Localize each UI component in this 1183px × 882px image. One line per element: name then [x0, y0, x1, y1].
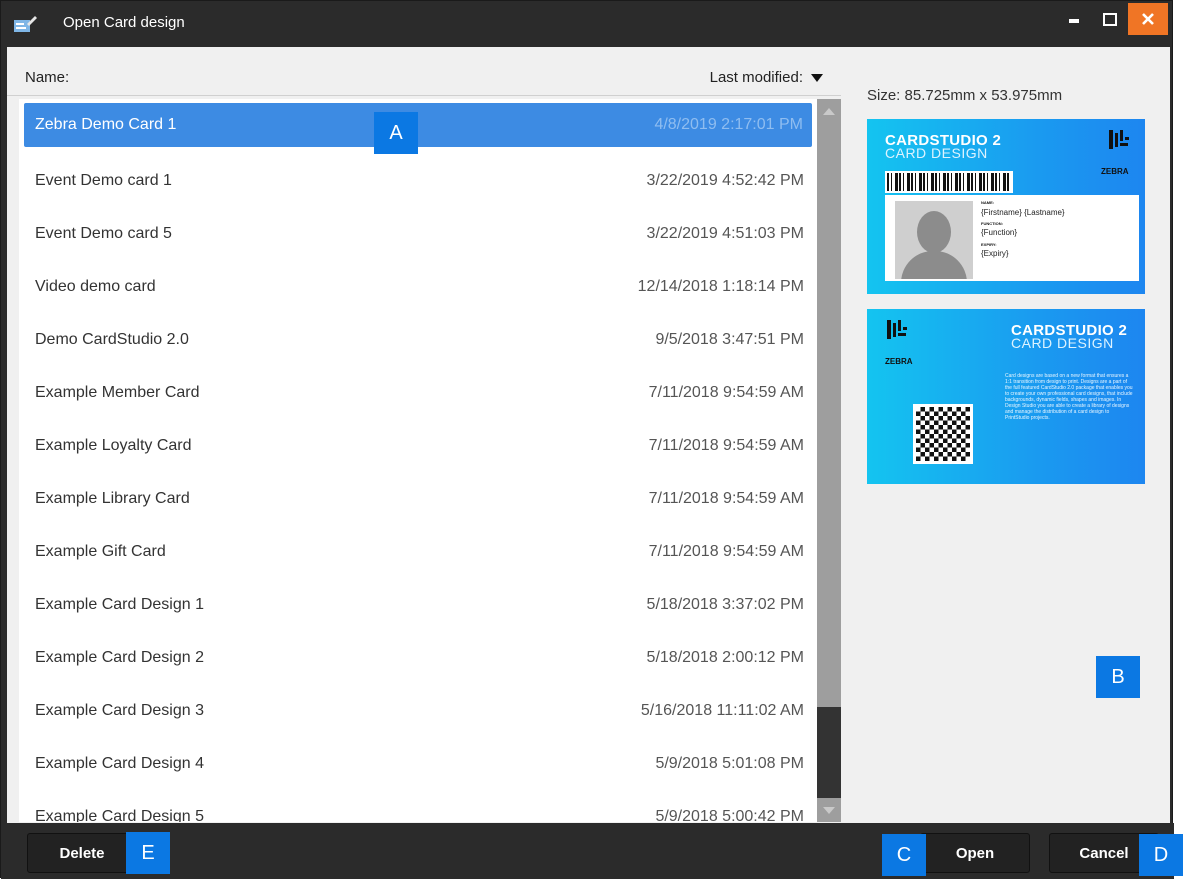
- file-list-row[interactable]: Zebra Demo Card 1 4/8/2019 2:17:01 PM: [24, 103, 812, 147]
- file-modified-date: 3/22/2019 4:52:42 PM: [646, 171, 804, 189]
- file-modified-date: 5/16/2018 11:11:02 AM: [640, 701, 804, 719]
- callout-d: D: [1139, 834, 1183, 876]
- card-back-brand: ZEBRA: [885, 357, 913, 366]
- scroll-up-button[interactable]: [817, 99, 841, 123]
- zebra-logo-back-icon: [887, 320, 907, 339]
- expiry-field-value: {Expiry}: [981, 249, 1009, 258]
- file-list-row[interactable]: Video demo card 12/14/2018 1:18:14 PM: [19, 260, 817, 313]
- file-name: Example Loyalty Card: [35, 436, 192, 454]
- file-list-row[interactable]: Example Member Card 7/11/2018 9:54:59 AM: [19, 366, 817, 419]
- name-column-header[interactable]: Name:: [25, 69, 69, 86]
- file-name: Example Card Design 3: [35, 701, 204, 719]
- file-modified-date: 5/18/2018 2:00:12 PM: [646, 648, 804, 666]
- dialog-body: Name: Last modified: Zebra Demo Card 1 4/…: [7, 47, 1170, 823]
- file-modified-date: 4/8/2019 2:17:01 PM: [654, 116, 803, 133]
- close-icon: [1142, 13, 1154, 25]
- maximize-button[interactable]: [1092, 3, 1128, 35]
- scroll-thumb[interactable]: [817, 707, 841, 798]
- file-list-row[interactable]: Event Demo card 5 3/22/2019 4:51:03 PM: [19, 207, 817, 260]
- file-modified-date: 7/11/2018 9:54:59 AM: [648, 489, 804, 507]
- file-list-row[interactable]: Event Demo card 1 3/22/2019 4:52:42 PM: [19, 154, 817, 207]
- list-header: Name: Last modified:: [7, 47, 841, 96]
- file-name: Video demo card: [35, 277, 156, 295]
- function-field-value: {Function}: [981, 228, 1018, 237]
- file-list-row[interactable]: Example Card Design 1 5/18/2018 3:37:02 P…: [19, 578, 817, 631]
- minimize-icon: [1069, 19, 1079, 23]
- last-modified-column-header[interactable]: Last modified:: [710, 69, 823, 86]
- photo-placeholder-icon: [895, 201, 973, 279]
- close-button[interactable]: [1128, 3, 1168, 35]
- open-button[interactable]: Open: [920, 833, 1030, 873]
- file-list-row[interactable]: Example Gift Card 7/11/2018 9:54:59 AM: [19, 525, 817, 578]
- dialog-footer: Delete Open Cancel: [1, 823, 1174, 879]
- card-front-subtitle: CARD DESIGN: [885, 145, 988, 161]
- file-list-row[interactable]: Example Card Design 3 5/16/2018 11:11:02 …: [19, 684, 817, 737]
- file-name: Example Gift Card: [35, 542, 166, 560]
- file-list-row[interactable]: Example Library Card 7/11/2018 9:54:59 AM: [19, 472, 817, 525]
- file-name: Example Card Design 5: [35, 807, 204, 823]
- file-modified-date: 5/9/2018 5:00:42 PM: [655, 807, 804, 823]
- arrow-up-icon: [823, 107, 835, 115]
- file-list-row[interactable]: Example Card Design 4 5/9/2018 5:01:08 PM: [19, 737, 817, 790]
- file-name: Event Demo card 5: [35, 224, 172, 242]
- barcode-image: [885, 171, 1013, 193]
- sort-descending-icon: [811, 73, 823, 82]
- title-bar[interactable]: Open Card design: [1, 1, 1172, 45]
- card-back-subtitle: CARD DESIGN: [1011, 335, 1114, 351]
- card-design-icon: [14, 16, 37, 32]
- file-name: Event Demo card 1: [35, 171, 172, 189]
- file-name: Example Member Card: [35, 383, 200, 401]
- file-modified-date: 7/11/2018 9:54:59 AM: [648, 436, 804, 454]
- name-field-value: {Firstname} {Lastname}: [981, 208, 1065, 217]
- file-name: Example Library Card: [35, 489, 190, 507]
- arrow-down-icon: [823, 806, 835, 814]
- zebra-logo-icon: [1109, 130, 1129, 149]
- file-list-row[interactable]: Demo CardStudio 2.0 9/5/2018 3:47:51 PM: [19, 313, 817, 366]
- file-name: Example Card Design 2: [35, 648, 204, 666]
- open-card-design-dialog: Open Card design Name: Last modified: Ze…: [0, 0, 1174, 879]
- function-field-label: FUNCTION:: [981, 221, 1003, 226]
- file-modified-date: 3/22/2019 4:51:03 PM: [646, 224, 804, 242]
- file-modified-date: 9/5/2018 3:47:51 PM: [655, 330, 804, 348]
- file-modified-date: 5/9/2018 5:01:08 PM: [655, 754, 804, 772]
- file-name: Example Card Design 1: [35, 595, 204, 613]
- card-id-panel: NAME: {Firstname} {Lastname} FUNCTION: {…: [885, 195, 1139, 281]
- maximize-icon: [1103, 12, 1117, 26]
- file-list-row[interactable]: Example Loyalty Card 7/11/2018 9:54:59 AM: [19, 419, 817, 472]
- scroll-down-button[interactable]: [817, 798, 841, 822]
- file-modified-date: 5/18/2018 3:37:02 PM: [646, 595, 804, 613]
- callout-c: C: [882, 834, 926, 876]
- card-back-preview: ZEBRA CARDSTUDIO 2 CARD DESIGN Card desi…: [867, 309, 1145, 484]
- file-modified-date: 7/11/2018 9:54:59 AM: [648, 383, 804, 401]
- minimize-button[interactable]: [1056, 3, 1092, 35]
- callout-e: E: [126, 832, 170, 874]
- file-name: Demo CardStudio 2.0: [35, 330, 189, 348]
- card-size-label: Size: 85.725mm x 53.975mm: [867, 87, 1063, 104]
- delete-button[interactable]: Delete: [27, 833, 137, 873]
- callout-b: B: [1096, 656, 1140, 698]
- expiry-field-label: EXPIRY:: [981, 242, 997, 247]
- file-name: Example Card Design 4: [35, 754, 204, 772]
- file-name: Zebra Demo Card 1: [35, 116, 177, 133]
- file-modified-date: 7/11/2018 9:54:59 AM: [648, 542, 804, 560]
- card-front-brand: ZEBRA: [1101, 167, 1129, 176]
- qr-code-image: [913, 404, 973, 464]
- file-modified-date: 12/14/2018 1:18:14 PM: [637, 277, 804, 295]
- name-field-label: NAME:: [981, 200, 995, 205]
- last-modified-label: Last modified:: [709, 69, 803, 86]
- callout-a: A: [374, 112, 418, 154]
- list-scrollbar[interactable]: [817, 99, 841, 822]
- file-list-row[interactable]: Example Card Design 5 5/9/2018 5:00:42 PM: [19, 790, 817, 823]
- card-design-list[interactable]: Zebra Demo Card 1 4/8/2019 2:17:01 PM Even…: [19, 99, 817, 822]
- card-front-preview: CARDSTUDIO 2 CARD DESIGN ZEBRA NAME: {Fi…: [867, 119, 1145, 294]
- file-list-row[interactable]: Example Card Design 2 5/18/2018 2:00:12 P…: [19, 631, 817, 684]
- card-back-body-text: Card designs are based on a new format t…: [1005, 373, 1133, 421]
- window-title: Open Card design: [63, 14, 185, 31]
